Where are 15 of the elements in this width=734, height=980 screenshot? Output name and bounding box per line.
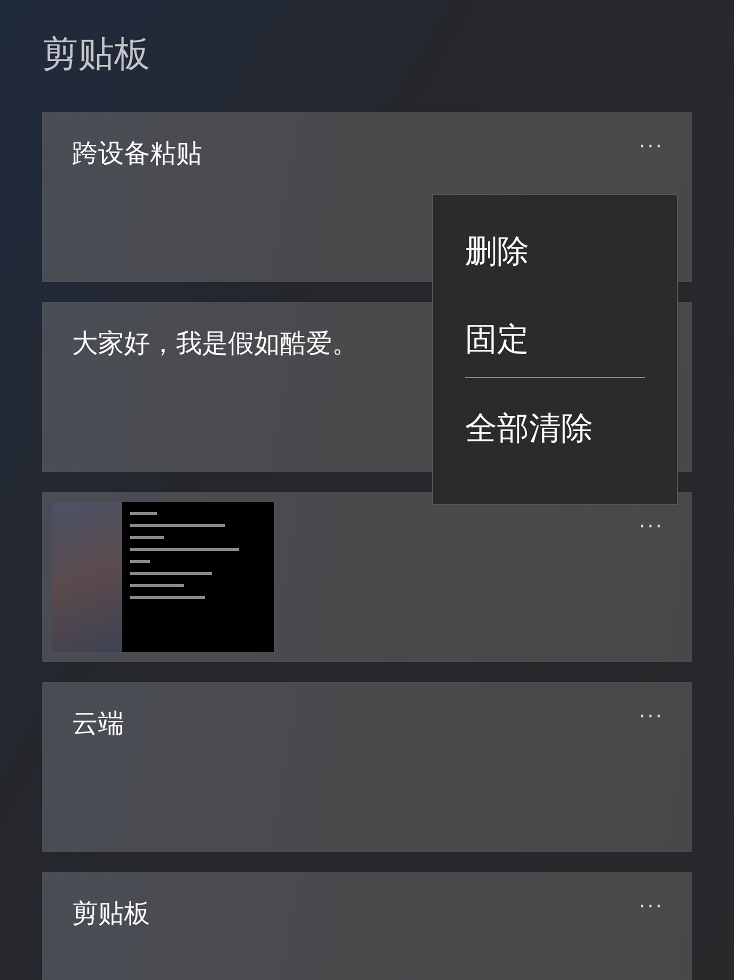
clipboard-item[interactable]: 云端 ···: [42, 682, 692, 852]
menu-item[interactable]: 删除: [465, 227, 529, 275]
menu-item[interactable]: 固定: [465, 315, 529, 363]
menu-item[interactable]: 全部清除: [465, 404, 593, 452]
more-button[interactable]: ···: [638, 134, 664, 158]
panel-title: 剪贴板: [42, 33, 150, 77]
clip-text: 大家好，我是假如酷爱。: [72, 329, 358, 359]
more-button[interactable]: ···: [638, 704, 664, 728]
clipboard-item[interactable]: 剪贴板 ···: [42, 872, 692, 980]
clipboard-item[interactable]: ···: [42, 492, 692, 662]
more-button[interactable]: ···: [638, 894, 664, 918]
clip-text: 云端: [72, 709, 124, 739]
more-button[interactable]: ···: [638, 514, 664, 538]
clip-text: 跨设备粘贴: [72, 139, 202, 169]
clip-text: 剪贴板: [72, 899, 150, 929]
